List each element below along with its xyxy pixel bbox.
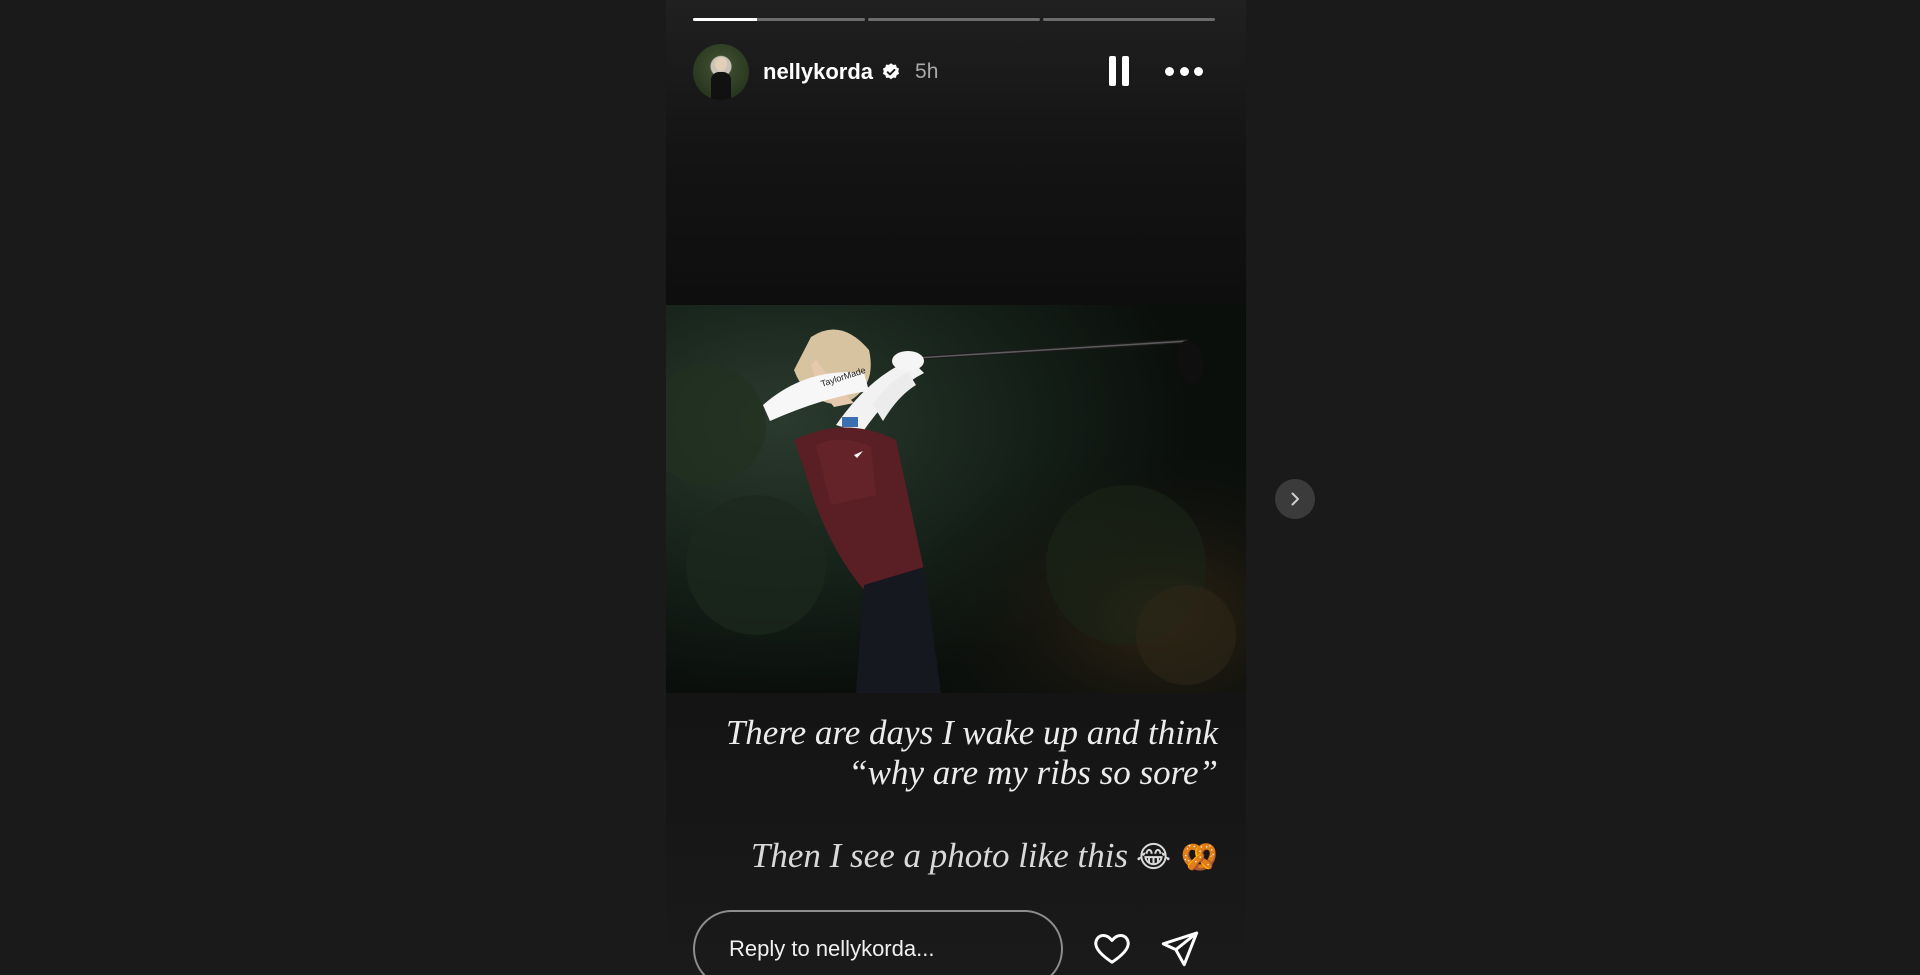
progress-bar-1 [693,18,865,21]
caption-line-1: There are days I wake up and think [725,713,1218,752]
verified-badge-icon [882,63,900,80]
caption-emojis: 😂 🥨 [1136,840,1218,875]
more-dot-3 [1194,66,1203,76]
more-options-icon[interactable] [1165,56,1203,86]
story-controls [1109,56,1203,86]
story-progress-bars [693,18,1215,21]
caption-block-1: There are days I wake up and think “why … [678,713,1218,793]
story-photo: TaylorMade [666,305,1246,693]
avatar-face [715,57,727,71]
next-story-button[interactable] [1275,479,1315,519]
reply-input[interactable] [693,910,1063,975]
reply-bar: Reply to nellykorda... [693,910,1233,975]
username[interactable]: nellykorda [763,59,873,85]
avatar-body [711,72,731,100]
caption-line-2: “why are my ribs so sore” [848,753,1218,792]
progress-fill-1 [693,18,757,21]
send-icon[interactable] [1159,928,1201,968]
pause-bar-left [1109,56,1116,86]
golfer-swing-image: TaylorMade [666,305,1246,693]
progress-bar-3 [1043,18,1215,21]
heart-icon[interactable] [1091,928,1133,968]
progress-bar-2 [868,18,1040,21]
caption-line-3: Then I see a photo like this [750,836,1129,875]
caption-block-2: Then I see a photo like this 😂 🥨 [678,836,1218,878]
pause-icon[interactable] [1109,56,1129,86]
story-viewer-page: nellykorda 5h TaylorMade There are days … [0,0,1920,975]
chevron-right-icon [1291,492,1299,506]
more-dot-2 [1179,66,1189,76]
more-dot-1 [1165,66,1174,76]
story-card[interactable]: nellykorda 5h TaylorMade There are days … [666,0,1246,975]
story-timestamp: 5h [915,60,939,83]
avatar[interactable] [693,44,749,100]
pause-bar-right [1122,56,1129,86]
